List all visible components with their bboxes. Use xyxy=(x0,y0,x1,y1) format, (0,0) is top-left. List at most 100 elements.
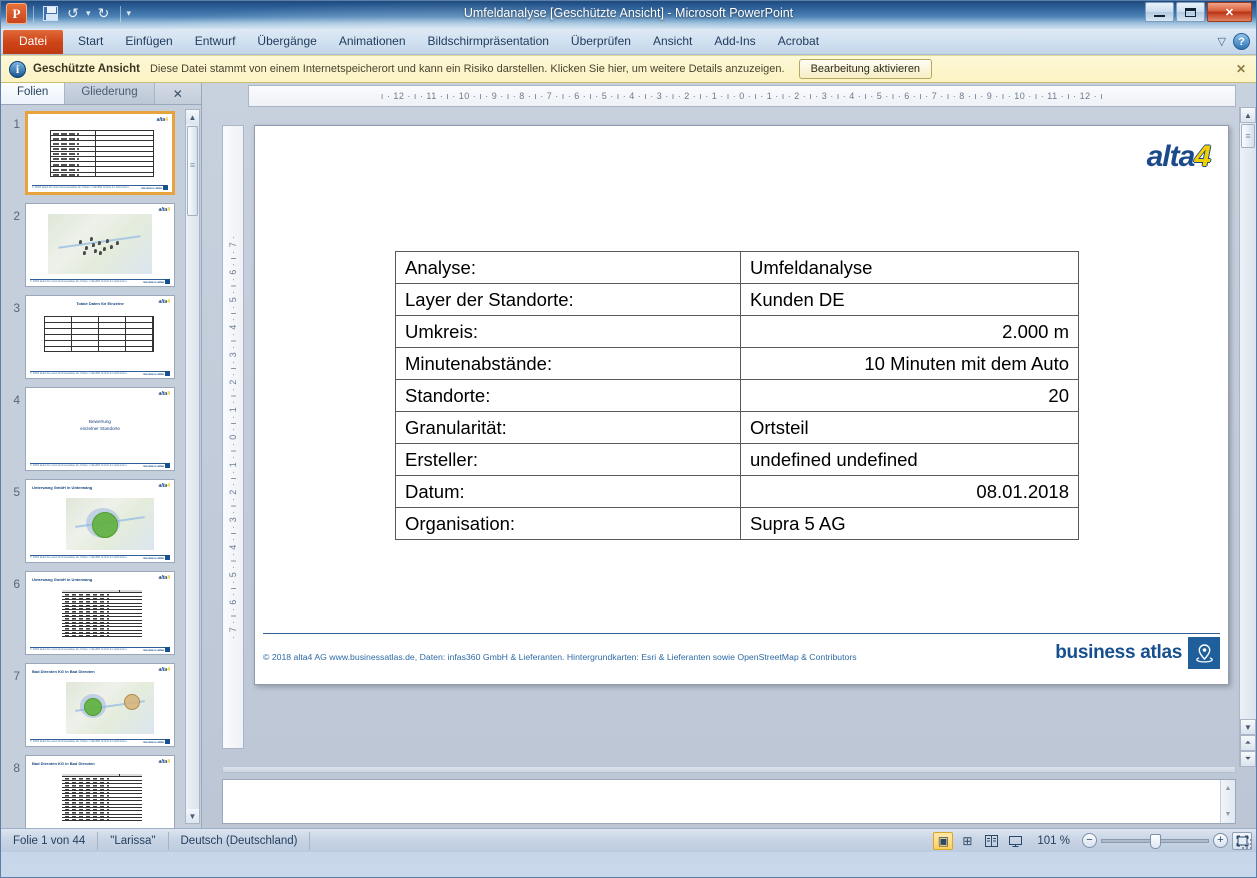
ribbon-tab-animationen[interactable]: Animationen xyxy=(328,30,417,54)
thumbnail-footer: © 2018 alta4 AG www.businessatlas.de, Da… xyxy=(32,185,168,190)
notes-scroll-down-icon[interactable]: ▼ xyxy=(1221,808,1235,821)
thumbnail-number: 6 xyxy=(13,577,20,591)
maximize-button[interactable] xyxy=(1176,2,1205,22)
zoom-slider[interactable] xyxy=(1101,833,1209,849)
scroll-up-icon[interactable]: ▲ xyxy=(186,110,199,124)
thumbnail-footer-text: © 2018 alta4 AG www.businessatlas.de, Da… xyxy=(32,186,130,189)
table-cell-value: 10 Minuten mit dem Auto xyxy=(740,347,1079,380)
thumbnail-number: 4 xyxy=(13,393,20,407)
ribbon-tab-add-ins[interactable]: Add-Ins xyxy=(703,30,766,54)
notes-scroll-up-icon[interactable]: ▲ xyxy=(1221,782,1235,795)
list-item[interactable]: 1 alta4 © 2018 alta4 AG www.businessatla… xyxy=(5,111,201,195)
ribbon-tab-bar: Datei Start Einfügen Entwurf Übergänge A… xyxy=(1,29,1256,55)
next-slide-icon[interactable]: ⏷ xyxy=(1240,751,1256,767)
scroll-down-icon[interactable]: ▼ xyxy=(186,809,199,823)
list-item[interactable]: 2 alta4 © 2018 alta4 AG www.businessatla… xyxy=(5,203,201,287)
thumbnail-slide-7[interactable]: alta4 Bad Dieroten KG in Bad Dieroten © … xyxy=(25,663,175,747)
language-indicator[interactable]: Deutsch (Deutschland) xyxy=(169,831,311,850)
map-radius-circle xyxy=(92,512,118,538)
reading-view-button[interactable] xyxy=(981,832,1001,850)
slide-show-view-button[interactable] xyxy=(1005,832,1025,850)
thumbnail-slide-3[interactable]: alta4 Totale Daten für Einzelne © 2018 a… xyxy=(25,295,175,379)
horizontal-scrollbar[interactable] xyxy=(222,767,1236,773)
list-item[interactable]: 5 alta4 Unterwang GmbH in Unterwang © 20… xyxy=(5,479,201,563)
list-item[interactable]: 6 alta4 Unterwang GmbH in Unterwang © 20… xyxy=(5,571,201,655)
slide-editor: ı · 12 · ı · 11 · ı · 10 · ı · 9 · ı · 8… xyxy=(202,83,1256,828)
enable-editing-button[interactable]: Bearbeitung aktivieren xyxy=(798,59,933,79)
protected-view-title: Geschützte Ansicht xyxy=(33,63,140,75)
ribbon-tab-ansicht[interactable]: Ansicht xyxy=(642,30,703,54)
table-cell-value: 08.01.2018 xyxy=(740,475,1079,508)
ribbon-tab-bildschirmpraesentation[interactable]: Bildschirmpräsentation xyxy=(417,30,560,54)
ribbon-tab-acrobat[interactable]: Acrobat xyxy=(767,30,830,54)
scroll-down-icon[interactable]: ▼ xyxy=(1240,719,1256,735)
close-button[interactable]: ✕ xyxy=(1207,2,1252,22)
thumbnail-slide-2[interactable]: alta4 © 2018 alta4 AG www.businessatlas.… xyxy=(25,203,175,287)
scrollbar-thumb[interactable]: ≡ xyxy=(1241,124,1255,148)
resize-grip[interactable] xyxy=(1242,839,1254,851)
slide-footer-text: © 2018 alta4 AG www.businessatlas.de, Da… xyxy=(263,652,857,662)
zoom-in-button[interactable]: + xyxy=(1213,833,1228,848)
table-row: Ersteller: undefined undefined xyxy=(395,443,1079,476)
list-item[interactable]: 4 alta4 Bewertung einzelner Standorte © … xyxy=(5,387,201,471)
thumbnail-table xyxy=(50,130,154,177)
tab-folien[interactable]: Folien xyxy=(1,83,66,104)
horizontal-ruler[interactable]: ı · 12 · ı · 11 · ı · 10 · ı · 9 · ı · 8… xyxy=(248,85,1236,107)
thumbnail-footer-text: © 2018 alta4 AG www.businessatlas.de, Da… xyxy=(30,372,128,375)
zoom-out-button[interactable]: − xyxy=(1082,833,1097,848)
tab-gliederung[interactable]: Gliederung xyxy=(65,83,155,104)
title-bar: P ↺ ▾ ↻ ▾ Umfeldanalyse [Geschützte Ansi… xyxy=(1,1,1256,29)
thumbnail-title: Bad Dieroten KG in Bad Dieroten xyxy=(32,669,95,674)
ribbon-tab-ueberpruefen[interactable]: Überprüfen xyxy=(560,30,642,54)
thumbnail-slide-6[interactable]: alta4 Unterwang GmbH in Unterwang © 2018… xyxy=(25,571,175,655)
thumbnail-pane-scrollbar[interactable]: ▲ ▼ xyxy=(185,109,200,824)
slide-stage: · 7 · ı · 6 · ı · 5 · ı · 4 · ı · 3 · ı … xyxy=(202,107,1256,767)
thumbnail-footer-text: © 2018 alta4 AG www.businessatlas.de, Da… xyxy=(30,556,128,559)
scroll-up-icon[interactable]: ▲ xyxy=(1240,107,1256,123)
slide-counter[interactable]: Folie 1 von 44 xyxy=(1,831,99,850)
normal-view-button[interactable]: ▣ xyxy=(933,831,954,850)
close-pane-icon[interactable]: ✕ xyxy=(154,83,201,104)
list-item[interactable]: 8 alta4 Bad Dieroten KG in Bad Dieroten xyxy=(5,755,201,828)
help-icon[interactable]: ? xyxy=(1233,33,1250,50)
theme-name[interactable]: "Larissa" xyxy=(98,831,169,850)
minimize-button[interactable] xyxy=(1145,2,1174,22)
ribbon-tab-einfuegen[interactable]: Einfügen xyxy=(114,30,183,54)
notes-pane[interactable]: ▲ ▼ xyxy=(222,779,1236,824)
alta4-logo-icon: alta4 xyxy=(158,667,170,673)
close-protected-view-icon[interactable]: ✕ xyxy=(1236,62,1246,76)
thumbnail-slide-4[interactable]: alta4 Bewertung einzelner Standorte © 20… xyxy=(25,387,175,471)
notes-scrollbar[interactable]: ▲ ▼ xyxy=(1220,780,1235,823)
thumbnail-number: 5 xyxy=(13,485,20,499)
previous-slide-icon[interactable]: ⏶ xyxy=(1240,735,1256,751)
thumbnail-number: 3 xyxy=(13,301,20,315)
ribbon-tab-uebergaenge[interactable]: Übergänge xyxy=(246,30,327,54)
collapse-ribbon-icon[interactable]: ▽ xyxy=(1218,35,1226,48)
thumbnail-grid xyxy=(62,774,142,822)
table-cell-key: Standorte: xyxy=(395,379,741,412)
table-cell-value: Kunden DE xyxy=(740,283,1079,316)
ribbon-tab-datei[interactable]: Datei xyxy=(3,30,64,54)
list-item[interactable]: 7 alta4 Bad Dieroten KG in Bad Dieroten … xyxy=(5,663,201,747)
thumbnail-grid xyxy=(62,590,142,638)
slide-vertical-scrollbar[interactable]: ▲ ≡ ▼ ⏶ ⏷ xyxy=(1239,107,1256,767)
slide-sorter-view-button[interactable]: ⊞ xyxy=(957,832,977,850)
thumbnail-slide-5[interactable]: alta4 Unterwang GmbH in Unterwang © 2018… xyxy=(25,479,175,563)
slide-footer: © 2018 alta4 AG www.businessatlas.de, Da… xyxy=(263,633,1220,669)
thumbnail-number: 8 xyxy=(13,761,20,775)
table-row: Datum: 08.01.2018 xyxy=(395,475,1079,508)
ribbon-tab-start[interactable]: Start xyxy=(67,30,114,54)
zoom-slider-handle[interactable] xyxy=(1150,833,1161,849)
slide-canvas[interactable]: alta4 Analyse: Umfeldanalyse Layer der S… xyxy=(254,125,1229,685)
thumbnail-slide-1[interactable]: alta4 © 2018 alta4 AG www.businessatlas.… xyxy=(25,111,175,195)
table-row: Standorte: 20 xyxy=(395,379,1079,412)
ribbon-tab-entwurf[interactable]: Entwurf xyxy=(184,30,247,54)
table-cell-key: Layer der Standorte: xyxy=(395,283,741,316)
thumbnail-slide-8[interactable]: alta4 Bad Dieroten KG in Bad Dieroten xyxy=(25,755,175,828)
list-item[interactable]: 3 alta4 Totale Daten für Einzelne © 2018… xyxy=(5,295,201,379)
alta4-logo-icon: alta4 xyxy=(158,575,170,581)
thumbnail-footer-text: © 2018 alta4 AG www.businessatlas.de, Da… xyxy=(30,280,128,283)
scrollbar-thumb[interactable] xyxy=(187,126,198,216)
zoom-level[interactable]: 101 % xyxy=(1029,835,1078,847)
vertical-ruler[interactable]: · 7 · ı · 6 · ı · 5 · ı · 4 · ı · 3 · ı … xyxy=(222,125,244,749)
